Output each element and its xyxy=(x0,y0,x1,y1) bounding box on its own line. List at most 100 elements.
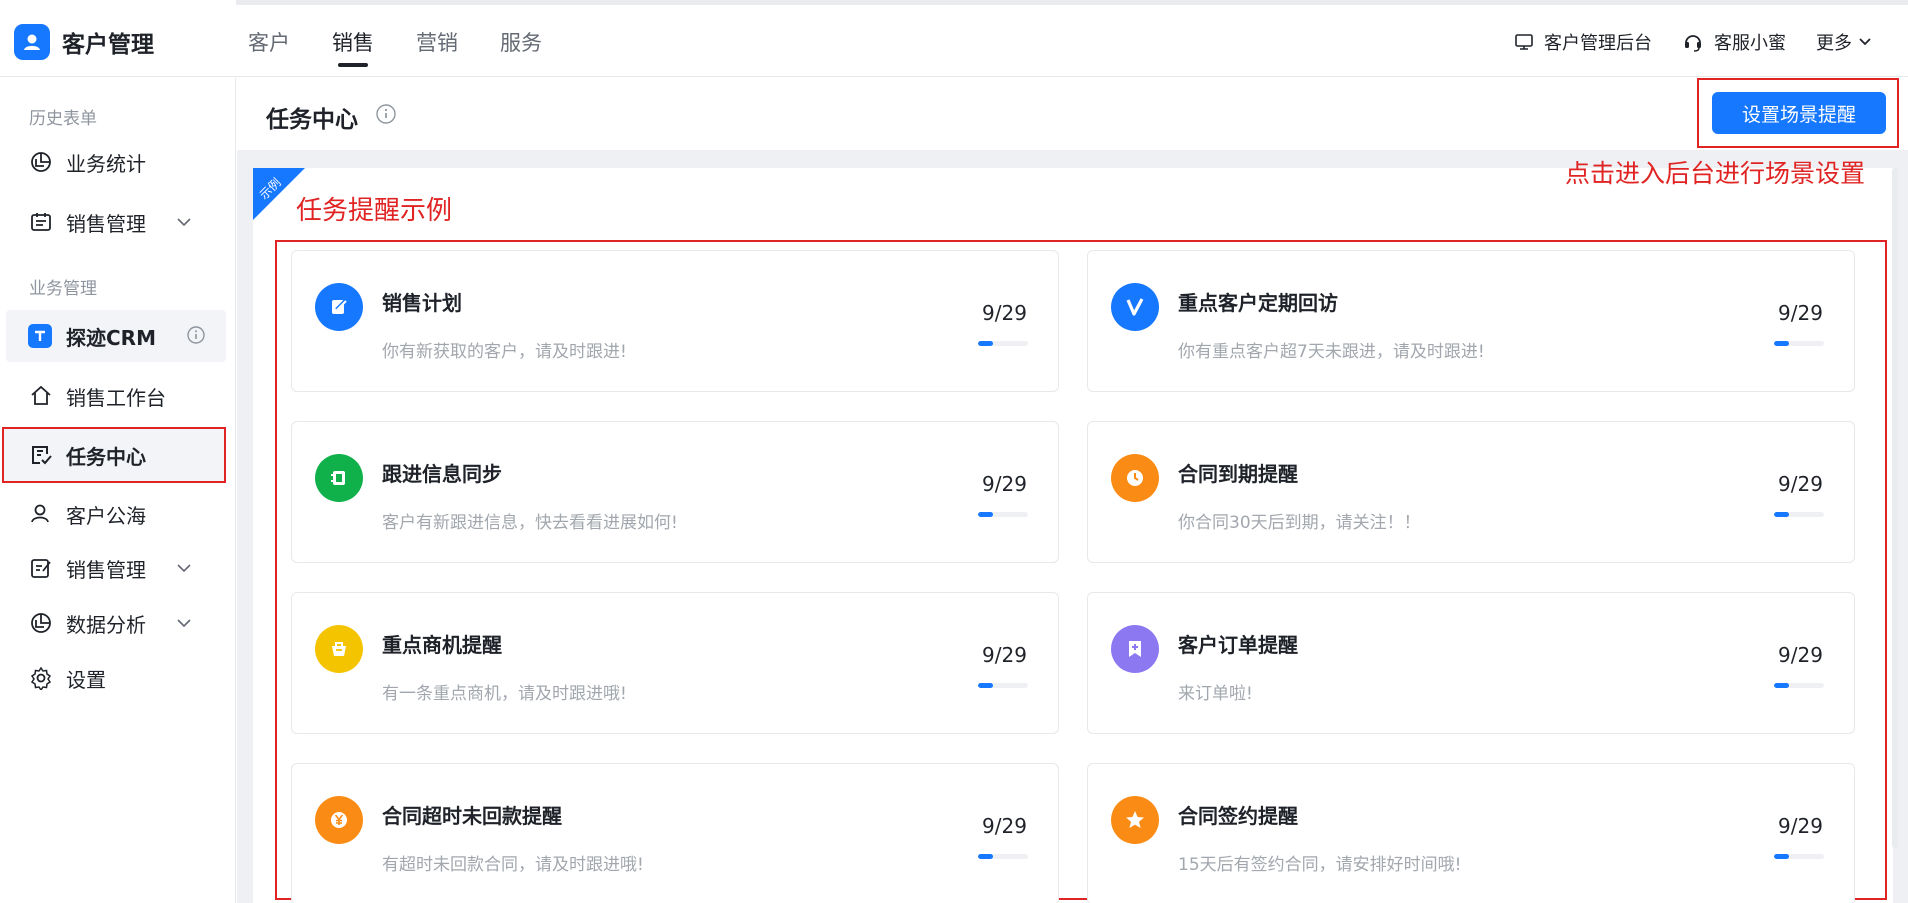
card-title: 销售计划 xyxy=(382,291,462,315)
page-header: 任务中心 设置场景提醒 xyxy=(237,78,1908,150)
chevron-down-icon xyxy=(177,564,191,573)
card-progress-fill xyxy=(1774,512,1789,517)
person-icon xyxy=(28,501,54,527)
top-header: 客户管理 客户 销售 营销 服务 客户管理后台 客服小蜜 更多 xyxy=(0,5,1908,77)
task-card[interactable]: 合同到期提醒你合同30天后到期，请关注！！ 9/29 xyxy=(1087,421,1855,563)
headset-icon xyxy=(1685,35,1701,52)
card-description: 你合同30天后到期，请关注！！ xyxy=(1178,513,1421,533)
tab-customer[interactable]: 客户 xyxy=(248,27,290,67)
scrollbar[interactable] xyxy=(1892,168,1898,848)
card-progress-fill xyxy=(978,683,993,688)
task-card[interactable]: 重点商机提醒 有一条重点商机，请及时跟进哦! 9/29 xyxy=(291,592,1059,734)
bag-icon xyxy=(315,625,363,673)
card-count: 9/29 xyxy=(982,814,1027,838)
edit-icon xyxy=(315,283,363,331)
task-list-icon xyxy=(28,442,54,468)
task-card[interactable]: 重点客户定期回访 你有重点客户超7天未跟进，请及时跟进! 9/29 xyxy=(1087,250,1855,392)
task-card[interactable]: 合同签约提醒 15天后有签约合同，请安排好时间哦! 9/29 xyxy=(1087,763,1855,903)
yen-icon xyxy=(315,796,363,844)
sidebar-item-label: 数据分析 xyxy=(66,612,146,637)
card-title: 合同签约提醒 xyxy=(1178,804,1298,828)
card-progress-bar xyxy=(1774,512,1824,517)
sidebar-item-sales-mgmt[interactable]: 销售管理 xyxy=(28,202,208,242)
section-history-label: 历史表单 xyxy=(29,109,97,129)
card-progress-fill xyxy=(1774,683,1789,688)
card-progress-bar xyxy=(978,854,1028,859)
sidebar-item-label: 销售工作台 xyxy=(66,385,166,410)
card-count: 9/29 xyxy=(982,643,1027,667)
card-description: 客户有新跟进信息，快去看看进展如何! xyxy=(382,513,678,533)
card-description: 来订单啦! xyxy=(1178,684,1253,704)
gear-icon xyxy=(28,665,54,691)
card-description: 你有新获取的客户，请及时跟进! xyxy=(382,342,627,362)
more-label: 更多 xyxy=(1816,33,1852,54)
tab-marketing[interactable]: 营销 xyxy=(416,27,458,67)
task-card[interactable]: 客户订单提醒 来订单啦! 9/29 xyxy=(1087,592,1855,734)
task-card[interactable]: 跟进信息同步客户有新跟进信息，快去看看进展如何! 9/29 xyxy=(291,421,1059,563)
sidebar-item-label: 销售管理 xyxy=(66,211,146,236)
sidebar-item-sales-mgmt-2[interactable]: 销售管理 xyxy=(28,548,208,588)
page-title: 任务中心 xyxy=(266,107,358,133)
card-progress-fill xyxy=(978,854,993,859)
tab-sales[interactable]: 销售 xyxy=(332,27,374,67)
card-progress-fill xyxy=(1774,854,1789,859)
sidebar-item-customer-pool[interactable]: 客户公海 xyxy=(28,494,146,534)
app-title: 客户管理 xyxy=(62,32,154,58)
v-icon xyxy=(1111,283,1159,331)
card-progress-fill xyxy=(978,512,993,517)
tab-service[interactable]: 服务 xyxy=(500,27,542,67)
clock-icon xyxy=(1111,454,1159,502)
admin-console-link[interactable]: 客户管理后台 xyxy=(1514,29,1652,55)
sidebar-item-label: 设置 xyxy=(66,667,106,692)
info-icon[interactable] xyxy=(375,103,397,125)
pie-chart-icon xyxy=(28,149,54,175)
card-title: 合同到期提醒 xyxy=(1178,462,1298,486)
star-icon xyxy=(1111,796,1159,844)
chevron-down-icon xyxy=(177,619,191,628)
crm-label: 探迹CRM xyxy=(66,325,156,350)
sidebar-item-crm[interactable]: 探迹CRM xyxy=(6,310,226,362)
card-progress-bar xyxy=(1774,683,1824,688)
task-card[interactable]: 合同超时未回款提醒有超时未回款合同，请及时跟进哦! 9/29 xyxy=(291,763,1059,903)
chevron-down-icon xyxy=(1859,38,1871,46)
sidebar-item-settings[interactable]: 设置 xyxy=(28,658,106,698)
sidebar-item-label: 销售管理 xyxy=(66,557,146,582)
support-link[interactable]: 客服小蜜 xyxy=(1682,29,1786,55)
more-menu[interactable]: 更多 xyxy=(1816,29,1872,55)
card-count: 9/29 xyxy=(1778,643,1823,667)
admin-console-label: 客户管理后台 xyxy=(1544,33,1652,54)
monitor-icon xyxy=(1515,34,1533,50)
card-description: 有超时未回款合同，请及时跟进哦! xyxy=(382,855,644,875)
card-progress-bar xyxy=(1774,341,1824,346)
card-progress-bar xyxy=(978,341,1028,346)
sidebar-item-stats[interactable]: 业务统计 xyxy=(28,142,146,182)
setup-annotation: 点击进入后台进行场景设置 xyxy=(1565,159,1866,188)
app-logo[interactable]: 客户管理 xyxy=(14,24,154,60)
bookmark-icon xyxy=(1111,625,1159,673)
card-title: 合同超时未回款提醒 xyxy=(382,804,562,828)
sidebar: 历史表单 业务统计 销售管理 业务管理 探迹CRM 销售工作台 任务中心 客户公… xyxy=(0,78,236,903)
example-title: 任务提醒示例 xyxy=(296,196,453,226)
card-progress-fill xyxy=(1774,341,1789,346)
sidebar-item-task-center[interactable]: 任务中心 xyxy=(28,435,146,475)
card-progress-bar xyxy=(978,512,1028,517)
sidebar-item-label: 业务统计 xyxy=(66,151,146,176)
calendar-icon xyxy=(28,209,54,235)
main-nav: 客户 销售 营销 服务 xyxy=(248,27,584,67)
card-progress-bar xyxy=(978,683,1028,688)
card-progress-fill xyxy=(978,341,993,346)
card-title: 跟进信息同步 xyxy=(382,462,502,486)
sidebar-item-data-analysis[interactable]: 数据分析 xyxy=(28,603,208,643)
card-description: 你有重点客户超7天未跟进，请及时跟进! xyxy=(1178,342,1485,362)
setup-scene-reminder-button[interactable]: 设置场景提醒 xyxy=(1712,92,1886,134)
user-logo-icon xyxy=(14,24,50,60)
card-description: 有一条重点商机，请及时跟进哦! xyxy=(382,684,627,704)
home-icon xyxy=(28,383,54,409)
chevron-down-icon xyxy=(177,218,191,227)
card-count: 9/29 xyxy=(982,472,1027,496)
card-count: 9/29 xyxy=(1778,472,1823,496)
info-icon[interactable] xyxy=(186,325,206,345)
sidebar-item-workbench[interactable]: 销售工作台 xyxy=(28,376,166,416)
task-card[interactable]: 销售计划 你有新获取的客户，请及时跟进! 9/29 xyxy=(291,250,1059,392)
example-panel: 示例 任务提醒示例 销售计划 你有新获取的客户，请及时跟进! 9/29 重点客户定期回… xyxy=(253,168,1893,903)
